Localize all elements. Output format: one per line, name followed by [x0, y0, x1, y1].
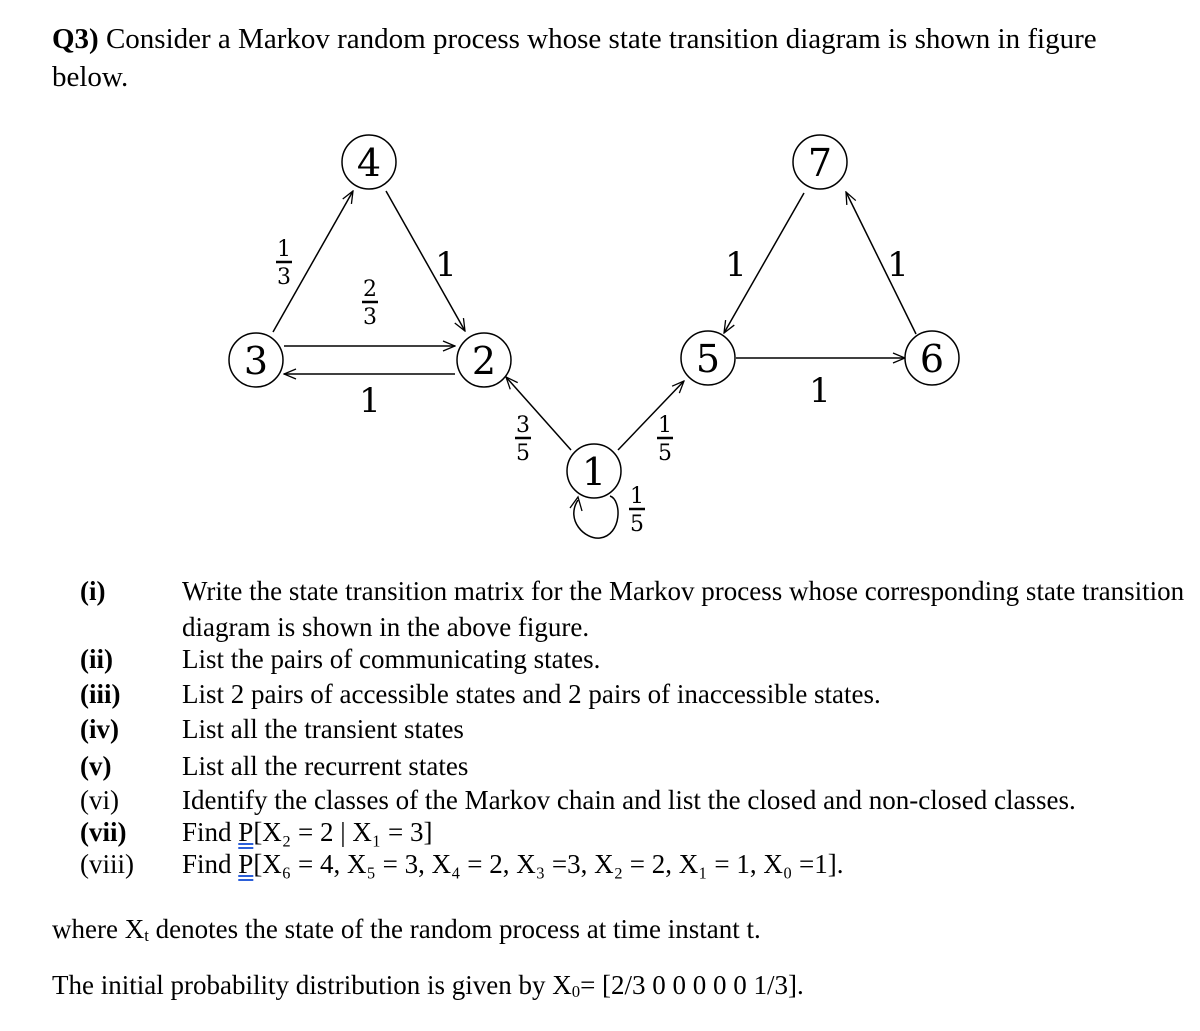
prob-label-5-6: 1 [809, 371, 831, 411]
sub-question-v: (v) List all the recurrent states [80, 751, 1190, 782]
prob-label-7-5: 1 [725, 245, 747, 285]
sub-question-viii: (viii) Find P[X₆ = 4, X₅ = 3, X₄ = 2, X₃… [80, 849, 1190, 880]
sub-question-text: List all the transient states [182, 714, 464, 744]
svg-text:2: 2 [472, 339, 496, 383]
sub-question-vii: (vii) Find P[X₂ = 2 | X₁ = 3] [80, 817, 1190, 848]
state-node-5: 5 [680, 330, 736, 386]
svg-text:3: 3 [277, 265, 291, 290]
svg-text:7: 7 [808, 141, 832, 185]
sub-question-text: Write the state transition matrix for th… [182, 576, 1185, 642]
edge-1-5 [617, 381, 684, 451]
state-node-3: 3 [228, 332, 284, 388]
sub-question-text: Identify the classes of the Markov chain… [182, 785, 1076, 815]
sub-question-text: Find P[X₂ = 2 | X₁ = 3] [182, 817, 433, 847]
svg-text:4: 4 [357, 141, 381, 185]
svg-text:3: 3 [363, 305, 377, 330]
sub-question-text: List the pairs of communicating states. [182, 644, 601, 674]
sub-question-text: List 2 pairs of accessible states and 2 … [182, 679, 881, 709]
prob-label-6-7: 1 [887, 245, 909, 285]
sub-question-text: Find P[X₆ = 4, X₅ = 3, X₄ = 2, X₃ =3, X₂… [182, 849, 844, 879]
state-node-2: 2 [456, 332, 512, 388]
sub-question-iv: (iv) List all the transient states [80, 714, 1190, 745]
footer-where-note: where Xt denotes the state of the random… [52, 914, 761, 945]
sub-question-label: (vi) [80, 785, 119, 815]
prob-label-3-2: 2 3 [362, 277, 378, 330]
state-node-6: 6 [904, 330, 960, 386]
svg-text:5: 5 [696, 337, 720, 381]
state-node-7: 7 [792, 134, 848, 190]
sub-question-list: (i) Write the state transition matrix fo… [80, 573, 1190, 880]
sub-question-label: (i) [80, 576, 106, 606]
sub-question-vi: (vi) Identify the classes of the Markov … [80, 785, 1190, 816]
svg-text:6: 6 [920, 337, 944, 381]
spellcheck-underlined-p: P [238, 849, 254, 879]
sub-question-label: (v) [80, 751, 112, 781]
svg-text:3: 3 [244, 339, 268, 383]
prob-label-1-5: 1 5 [657, 413, 673, 466]
edge-1-1-self-loop [573, 495, 619, 539]
sub-question-text: List all the recurrent states [182, 751, 469, 781]
sub-question-i: (i) Write the state transition matrix fo… [80, 573, 1190, 645]
sub-question-label: (vii) [80, 817, 127, 847]
svg-text:5: 5 [516, 441, 530, 466]
state-node-1: 1 [566, 443, 622, 499]
sub-question-label: (iii) [80, 679, 121, 709]
state-node-4: 4 [341, 134, 397, 190]
prob-label-1-1: 1 5 [629, 484, 645, 537]
sub-question-iii: (iii) List 2 pairs of accessible states … [80, 679, 1190, 710]
svg-text:2: 2 [363, 277, 377, 302]
svg-text:1: 1 [277, 237, 291, 262]
sub-question-label: (viii) [80, 849, 134, 879]
footer-initial-distribution: The initial probability distribution is … [52, 970, 804, 1001]
sub-question-ii: (ii) List the pairs of communicating sta… [80, 644, 1190, 675]
sub-question-label: (iv) [80, 714, 119, 744]
prob-label-3-4: 1 3 [276, 237, 292, 290]
svg-text:5: 5 [630, 512, 644, 537]
svg-text:5: 5 [658, 441, 672, 466]
svg-text:1: 1 [630, 484, 644, 509]
svg-text:1: 1 [582, 450, 606, 494]
spellcheck-underlined-p: P [238, 817, 254, 847]
state-transition-diagram: 4 7 3 2 5 6 1 1 3 2 3 3 5 1 5 1 5 1 1 1 … [228, 134, 960, 539]
svg-text:1: 1 [658, 413, 672, 438]
sub-question-label: (ii) [80, 644, 113, 674]
prob-label-1-2: 3 5 [515, 413, 531, 466]
prob-label-2-3: 1 [359, 381, 381, 421]
svg-text:3: 3 [516, 413, 530, 438]
prob-label-4-2: 1 [435, 245, 457, 285]
